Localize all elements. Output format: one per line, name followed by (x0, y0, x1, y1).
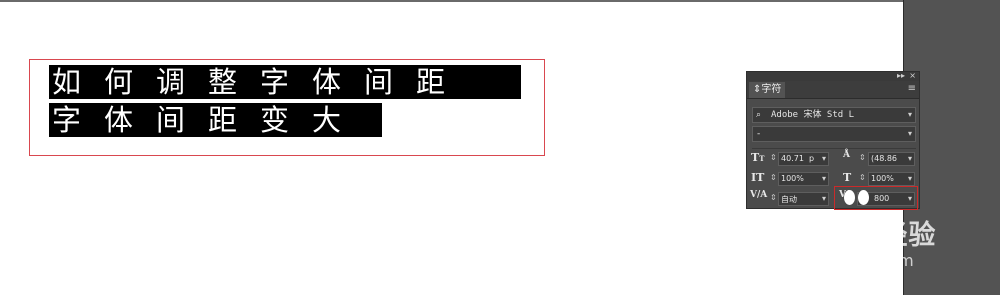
font-style-value: - (757, 129, 761, 139)
panel-tab-bar: ⇕字符 ≡ (747, 81, 919, 99)
chevron-down-icon[interactable]: ▾ (908, 174, 912, 183)
font-size-input[interactable]: 40.71 p ▾ (778, 152, 829, 166)
font-style-dropdown[interactable]: - ▾ (752, 126, 916, 142)
horizontal-scale-stepper[interactable]: ⇕ (859, 173, 866, 182)
pointer-marker (858, 190, 869, 205)
collapse-icon[interactable]: ▸▸ (897, 71, 905, 80)
chevron-down-icon[interactable]: ▾ (822, 154, 826, 163)
panel-menu-icon[interactable]: ≡ (908, 83, 916, 94)
chevron-down-icon[interactable]: ▾ (822, 194, 826, 203)
baidu-watermark: Bai du 经验 (768, 220, 937, 251)
font-size-icon: TT (751, 151, 765, 164)
watermark-url: jingyan.baidu.com (766, 251, 914, 270)
font-size-stepper[interactable]: ⇕ (770, 153, 777, 162)
leading-input[interactable]: (48.86 ▾ (868, 152, 915, 166)
font-family-dropdown[interactable]: ⌕ Adobe 宋体 Std L ▾ (752, 107, 916, 123)
pointer-marker (844, 190, 855, 205)
chevron-down-icon[interactable]: ▾ (908, 127, 912, 141)
vertical-scale-input[interactable]: 100% ▾ (778, 172, 829, 186)
leading-icon: Å (843, 150, 850, 160)
kerning-dropdown[interactable]: 自动 ▾ (778, 192, 829, 206)
selected-text-line-1[interactable]: 如何调整字体间距 (49, 65, 521, 99)
chevron-down-icon[interactable]: ▾ (822, 174, 826, 183)
canvas-top-edge (0, 0, 903, 2)
chevron-down-icon[interactable]: ▾ (908, 154, 912, 163)
chevron-down-icon[interactable]: ▾ (908, 108, 912, 122)
search-icon: ⌕ (756, 110, 762, 120)
tab-character[interactable]: ⇕字符 (749, 82, 786, 98)
vertical-scale-icon: IT (751, 171, 765, 184)
kerning-icon: V/A (750, 190, 768, 200)
selected-text-line-2[interactable]: 字体间距变大 (49, 103, 382, 137)
close-icon[interactable]: × (909, 71, 916, 80)
panel-title-bar[interactable]: ▸▸ × (747, 71, 919, 81)
vertical-scale-stepper[interactable]: ⇕ (770, 173, 777, 182)
horizontal-scale-input[interactable]: 100% ▾ (868, 172, 915, 186)
horizontal-scale-icon: T (843, 171, 852, 184)
divider (752, 148, 916, 149)
font-family-value: Adobe 宋体 Std L (771, 110, 855, 120)
kerning-stepper[interactable]: ⇕ (770, 193, 777, 202)
leading-stepper[interactable]: ⇕ (859, 153, 866, 162)
